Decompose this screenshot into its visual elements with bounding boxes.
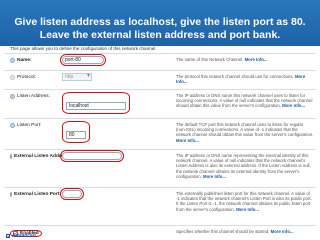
listen-port-more-info-link[interactable]: More Info... [176,138,199,143]
info-icon [10,75,15,80]
advanced-toggle[interactable]: + Advanced [6,233,36,239]
row-external-listen-port: External Listen Port: The externally pub… [4,187,316,225]
channel-config-form: Name: port-80 The name of this Network C… [4,53,316,239]
external-listen-port-field[interactable] [60,188,84,200]
enabled-help: Specifies whether this channel should be… [176,229,294,234]
name-field[interactable]: port-80 [60,54,106,66]
external-listen-address-label: External Listen Address: [4,150,70,159]
intro-text: This page allows you to define the confi… [10,46,157,51]
info-icon [10,58,15,63]
listen-port-label: Listen Port: [4,119,60,128]
row-listen-port: Listen Port: 80 The default TCP port thi… [4,118,316,149]
protocol-label: Protocol: [4,71,60,80]
row-name: Name: port-80 The name of this Network C… [4,53,316,70]
name-help: The name of this Network Channel. More I… [176,57,268,62]
info-icon [10,123,15,128]
info-icon [10,154,12,159]
listen-port-field[interactable]: 80 [66,131,86,139]
protocol-select[interactable]: http [62,73,92,81]
listen-address-field[interactable]: localhost [66,102,126,110]
name-label: Name: [4,54,60,63]
listen-address-help: The IP address or DNS name this network … [176,93,313,109]
instruction-banner: Give listen address as localhost, give t… [0,0,320,46]
external-listen-port-more-info-link[interactable]: More Info... [236,207,259,212]
external-listen-address-more-info-link[interactable]: More Info... [203,174,226,179]
enabled-more-info-link[interactable]: More Info... [271,229,294,234]
row-enabled: ✓ Enabled Specifies whether this channel… [4,225,316,239]
listen-port-help: The default TCP port this network channe… [176,122,314,143]
name-more-info-link[interactable]: More Info... [245,57,268,62]
info-icon [10,94,15,99]
external-listen-address-help: The IP address or DNS name representing … [176,153,311,179]
protocol-help: The protocol this network channel should… [176,74,306,85]
banner-line-2: Leave the external listen address and po… [39,29,281,41]
row-external-listen-address: External Listen Address: The IP address … [4,149,316,187]
banner-line-1: Give listen address as localhost, give t… [14,16,306,28]
listen-address-more-info-link[interactable]: More Info... [282,103,305,108]
listen-port-highlight: 80 [62,121,90,143]
external-listen-port-help: The externally published listen port for… [176,191,312,212]
listen-address-label: Listen Address: [4,90,60,99]
expand-plus-icon: + [6,234,10,239]
row-protocol: Protocol: http The protocol this network… [4,70,316,89]
row-listen-address: Listen Address: localhost The IP address… [4,89,316,118]
external-listen-address-field[interactable] [60,150,124,162]
listen-address-highlight: localhost [62,92,130,114]
info-icon [10,192,12,197]
external-listen-port-label: External Listen Port: [4,188,61,197]
